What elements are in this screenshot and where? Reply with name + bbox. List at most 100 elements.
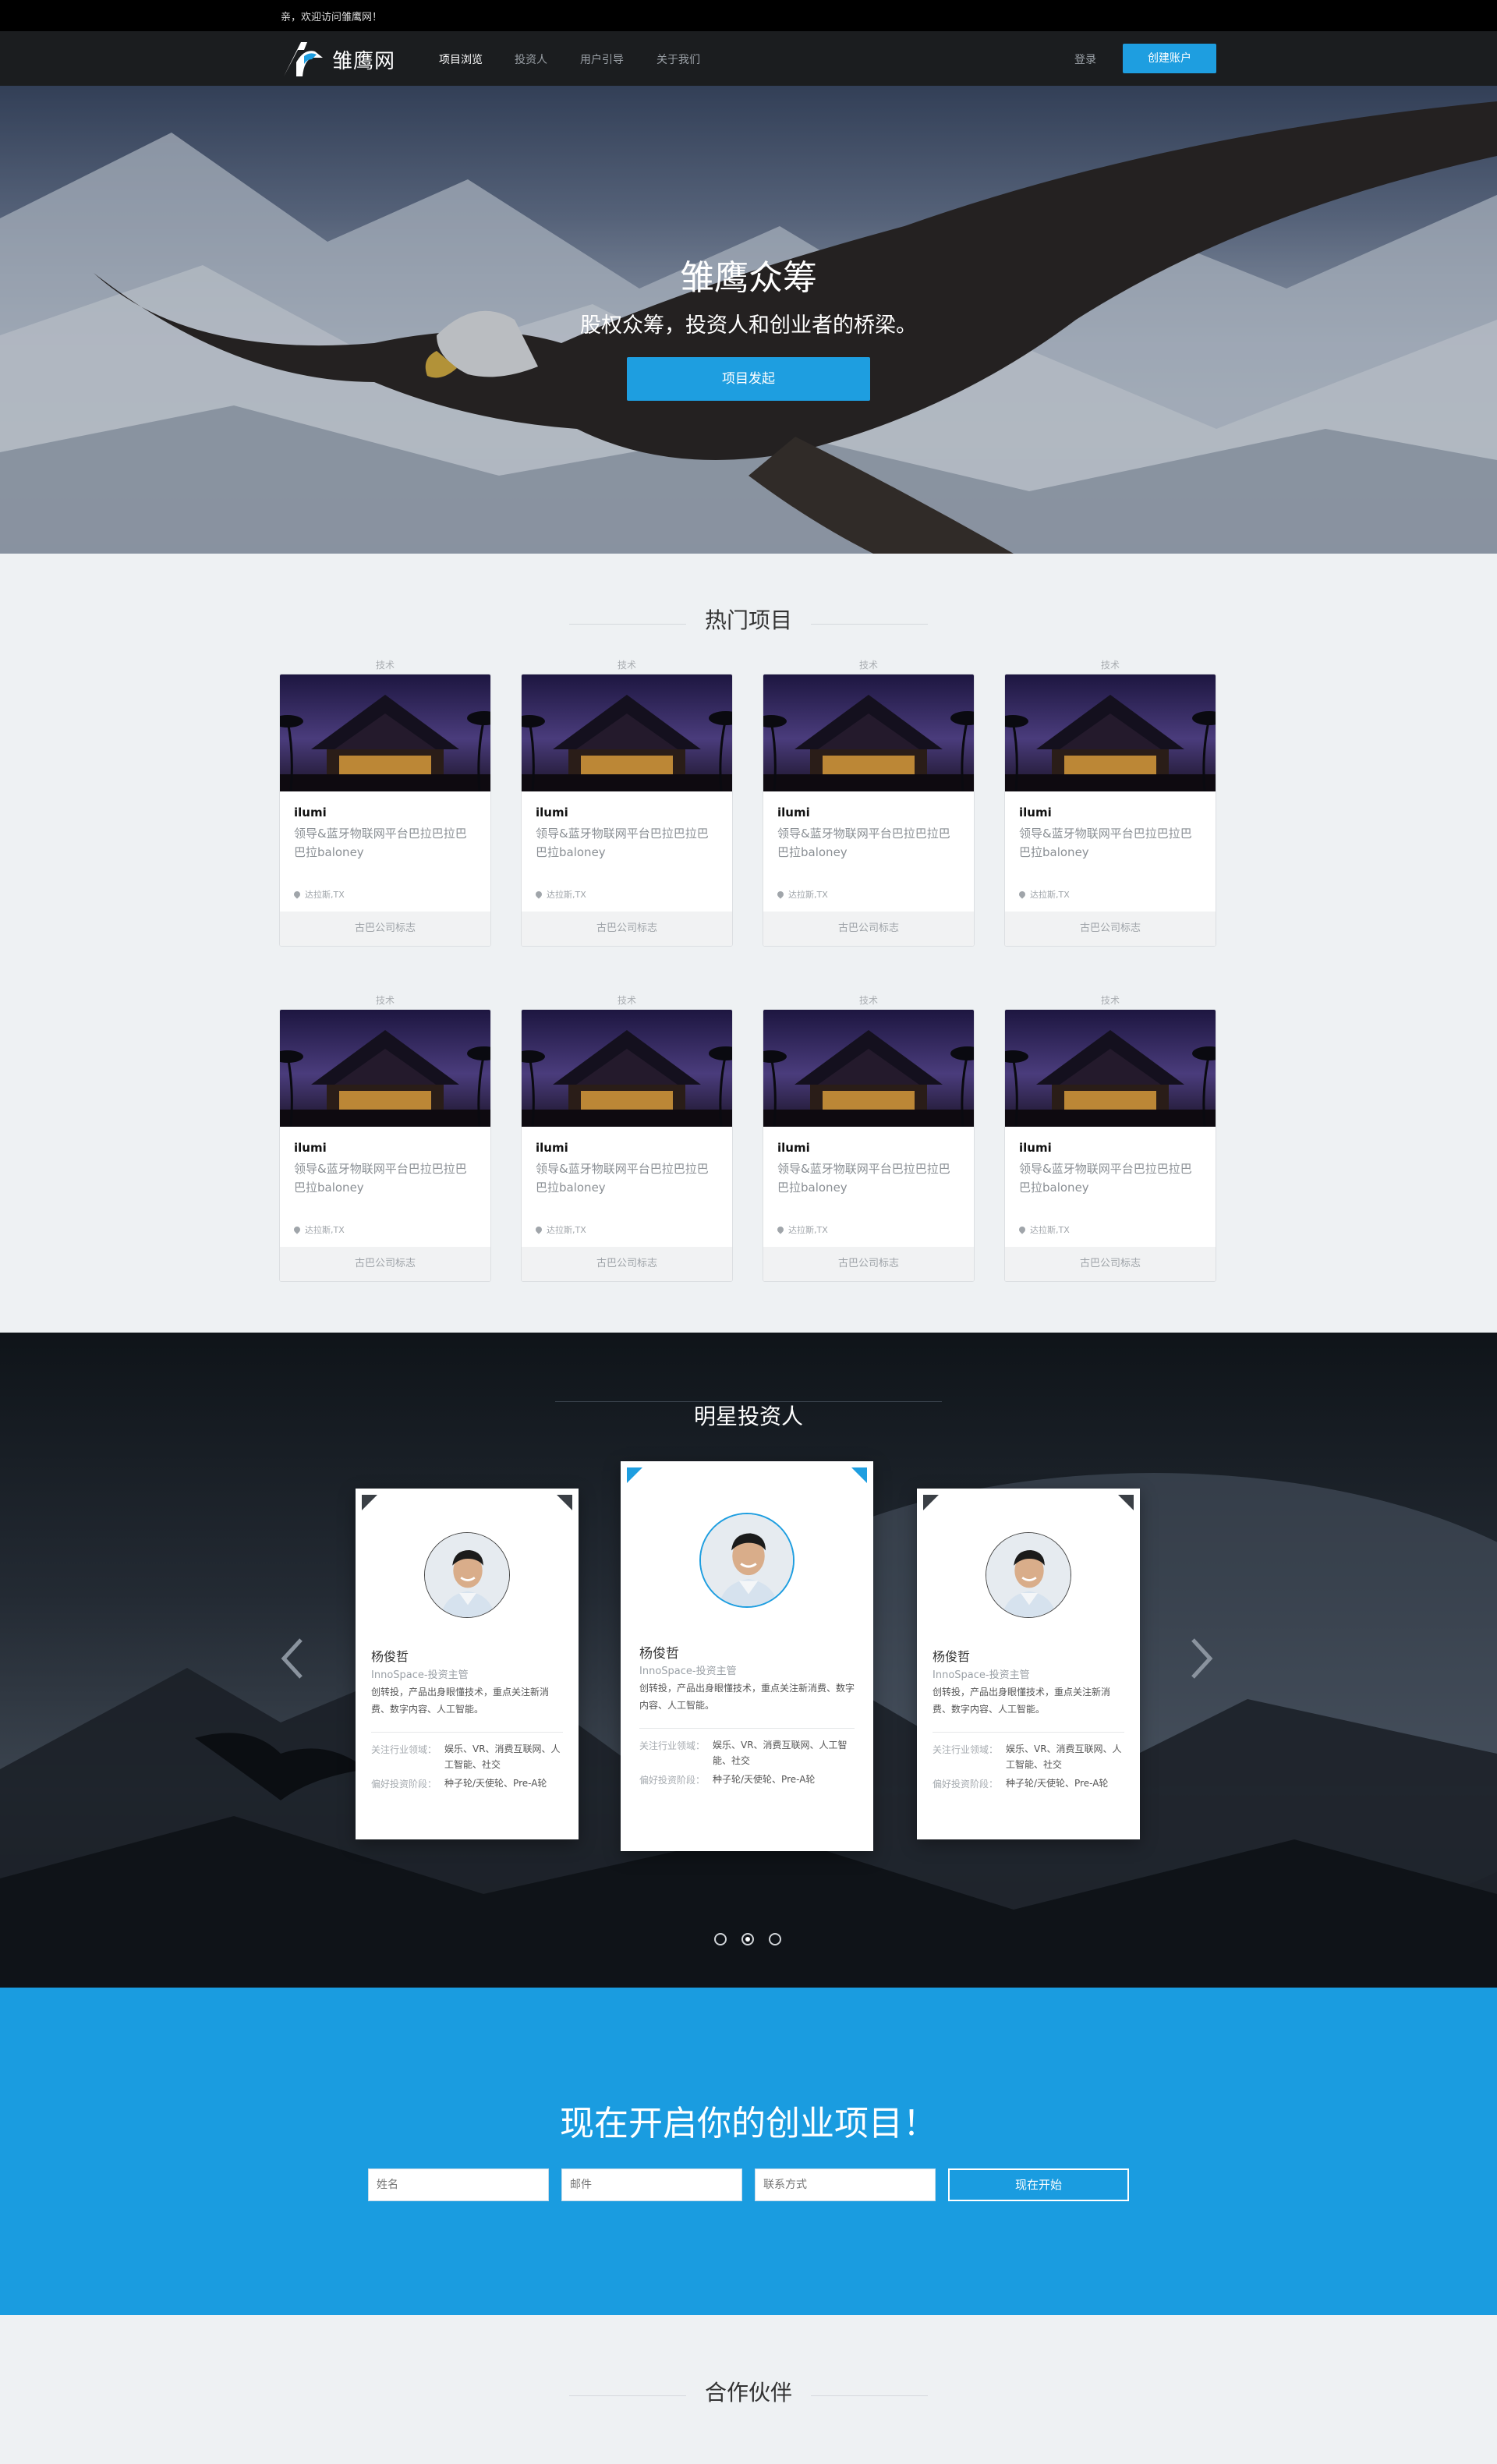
investor-card[interactable]: 杨俊哲 InnoSpace-投资主管 创转投，产品出身眼懂技术，重点关注新消费、…	[917, 1489, 1140, 1839]
project-location-text: 达拉斯,TX	[547, 890, 586, 900]
project-name: ilumi	[777, 805, 810, 820]
nav-item-about[interactable]: 关于我们	[656, 51, 700, 67]
project-card-body[interactable]: ilumi 领导&蓝牙物联网平台巴拉巴拉巴巴拉baloney 达拉斯,TX 古巴…	[521, 1009, 733, 1282]
project-name: ilumi	[294, 1141, 327, 1155]
avatar	[699, 1513, 795, 1608]
card-divider	[933, 1732, 1124, 1733]
logo-mark-icon	[284, 42, 323, 76]
project-category: 技术	[1100, 995, 1120, 1006]
create-account-button[interactable]: 创建账户	[1123, 44, 1216, 73]
project-company-logo: 古巴公司标志	[280, 1247, 490, 1281]
carousel-dot-1[interactable]	[714, 1933, 727, 1945]
stage-label: 偏好投资阶段：	[639, 1775, 706, 1786]
hero-banner: 雏鹰众筹 股权众筹，投资人和创业者的桥梁。 项目发起	[0, 86, 1497, 554]
card-corner-decoration	[851, 1467, 867, 1483]
start-now-button[interactable]: 现在开始	[948, 2168, 1129, 2201]
project-image	[1005, 1010, 1216, 1127]
project-name: ilumi	[777, 1141, 810, 1155]
card-corner-decoration	[627, 1467, 642, 1483]
project-name: ilumi	[294, 805, 327, 820]
hero-title: 雏鹰众筹	[680, 258, 817, 298]
location-pin-icon	[776, 890, 785, 899]
project-description: 领导&蓝牙物联网平台巴拉巴拉巴巴拉baloney	[1019, 827, 1192, 859]
project-name: ilumi	[1019, 805, 1052, 820]
nav-item-investors[interactable]: 投资人	[515, 51, 547, 67]
email-input[interactable]	[561, 2168, 742, 2201]
focus-label: 关注行业领域：	[639, 1740, 706, 1751]
logo[interactable]: 雏鹰网	[281, 34, 413, 78]
location-pin-icon	[534, 1225, 543, 1234]
project-company-logo: 古巴公司标志	[522, 912, 732, 946]
project-card-body[interactable]: ilumi 领导&蓝牙物联网平台巴拉巴拉巴巴拉baloney 达拉斯,TX 古巴…	[763, 1009, 975, 1282]
project-card-body[interactable]: ilumi 领导&蓝牙物联网平台巴拉巴拉巴巴拉baloney 达拉斯,TX 古巴…	[1004, 1009, 1216, 1282]
project-card-body[interactable]: ilumi 领导&蓝牙物联网平台巴拉巴拉巴巴拉baloney 达拉斯,TX 古巴…	[279, 1009, 491, 1282]
project-card-body[interactable]: ilumi 领导&蓝牙物联网平台巴拉巴拉巴巴拉baloney 达拉斯,TX 古巴…	[1004, 674, 1216, 947]
chevron-left-icon[interactable]	[278, 1635, 309, 1682]
investor-bio: 创转投，产品出身眼懂技术，重点关注新消费、数字内容、人工智能。	[639, 1683, 855, 1711]
hot-projects-section: 热门项目 技术 ilumi 领导&蓝牙物联网平台巴拉巴拉巴巴拉baloney 达…	[0, 554, 1497, 1333]
investor-card[interactable]: 杨俊哲 InnoSpace-投资主管 创转投，产品出身眼懂技术，重点关注新消费、…	[356, 1489, 579, 1839]
location-pin-icon	[1017, 1225, 1027, 1234]
nav-item-guide[interactable]: 用户引导	[580, 51, 624, 67]
project-category: 技术	[375, 660, 395, 671]
project-category: 技术	[617, 660, 636, 671]
project-card-body[interactable]: ilumi 领导&蓝牙物联网平台巴拉巴拉巴巴拉baloney 达拉斯,TX 古巴…	[279, 674, 491, 947]
project-card-body[interactable]: ilumi 领导&蓝牙物联网平台巴拉巴拉巴巴拉baloney 达拉斯,TX 古巴…	[521, 674, 733, 947]
login-link[interactable]: 登录	[1074, 51, 1096, 67]
project-name: ilumi	[536, 1141, 568, 1155]
partners-section: 合作伙伴	[0, 2315, 1497, 2464]
stage-label: 偏好投资阶段：	[933, 1779, 999, 1790]
project-location: 达拉斯,TX	[534, 1223, 586, 1236]
top-bar: 亲，欢迎访问雏鹰网！	[0, 0, 1497, 31]
project-card-body[interactable]: ilumi 领导&蓝牙物联网平台巴拉巴拉巴巴拉baloney 达拉斯,TX 古巴…	[763, 674, 975, 947]
stage-value: 种子轮/天使轮、Pre-A轮	[713, 1774, 816, 1785]
project-description: 领导&蓝牙物联网平台巴拉巴拉巴巴拉baloney	[777, 827, 950, 859]
main-nav	[0, 31, 1497, 86]
project-image	[763, 674, 974, 791]
focus-value: 娱乐、VR、消费互联网、人工智能、社交	[713, 1740, 848, 1766]
project-description: 领导&蓝牙物联网平台巴拉巴拉巴巴拉baloney	[294, 1162, 467, 1195]
location-pin-icon	[776, 1225, 785, 1234]
project-location-text: 达拉斯,TX	[788, 890, 828, 900]
start-project-button[interactable]: 项目发起	[627, 357, 870, 401]
project-location-text: 达拉斯,TX	[788, 1225, 828, 1235]
project-company-logo: 古巴公司标志	[1005, 912, 1216, 946]
contact-input[interactable]	[755, 2168, 936, 2201]
project-company-logo: 古巴公司标志	[763, 1247, 974, 1281]
project-category: 技术	[858, 995, 878, 1006]
investor-role: InnoSpace-投资主管	[371, 1669, 469, 1681]
project-category: 技术	[617, 995, 636, 1006]
investor-bio: 创转投，产品出身眼懂技术，重点关注新消费、数字内容、人工智能。	[933, 1687, 1111, 1715]
logo-text: 雏鹰网	[332, 50, 396, 73]
carousel-dot-3[interactable]	[769, 1933, 781, 1945]
card-corner-decoration	[557, 1495, 572, 1510]
focus-value: 娱乐、VR、消费互联网、人工智能、社交	[1006, 1744, 1122, 1770]
project-location-text: 达拉斯,TX	[1030, 1225, 1070, 1235]
project-category: 技术	[375, 995, 395, 1006]
cta-section: 现在开启你的创业项目！ 现在开始	[0, 1988, 1497, 2315]
project-location: 达拉斯,TX	[292, 888, 345, 901]
card-divider	[639, 1728, 855, 1729]
investor-bio: 创转投，产品出身眼懂技术，重点关注新消费、数字内容、人工智能。	[371, 1687, 550, 1715]
nav-item-projects[interactable]: 项目浏览	[439, 51, 483, 67]
location-pin-icon	[1017, 890, 1027, 899]
project-location: 达拉斯,TX	[776, 1223, 828, 1236]
project-image	[522, 674, 732, 791]
investor-role: InnoSpace-投资主管	[933, 1669, 1030, 1681]
project-description: 领导&蓝牙物联网平台巴拉巴拉巴巴拉baloney	[294, 827, 467, 859]
focus-value: 娱乐、VR、消费互联网、人工智能、社交	[444, 1744, 561, 1770]
investor-name: 杨俊哲	[371, 1649, 409, 1664]
investor-card-featured[interactable]: 杨俊哲 InnoSpace-投资主管 创转投，产品出身眼懂技术，重点关注新消费、…	[621, 1461, 873, 1851]
project-location-text: 达拉斯,TX	[547, 1225, 586, 1235]
stage-label: 偏好投资阶段：	[371, 1779, 437, 1790]
project-location-text: 达拉斯,TX	[305, 1225, 345, 1235]
project-location: 达拉斯,TX	[1017, 1223, 1070, 1236]
project-location: 达拉斯,TX	[776, 888, 828, 901]
carousel-dot-2[interactable]	[741, 1933, 754, 1945]
project-description: 领导&蓝牙物联网平台巴拉巴拉巴巴拉baloney	[536, 827, 709, 859]
project-image	[280, 1010, 490, 1127]
name-input[interactable]	[368, 2168, 549, 2201]
card-corner-decoration	[923, 1495, 939, 1510]
chevron-right-icon[interactable]	[1185, 1635, 1216, 1682]
location-pin-icon	[534, 890, 543, 899]
